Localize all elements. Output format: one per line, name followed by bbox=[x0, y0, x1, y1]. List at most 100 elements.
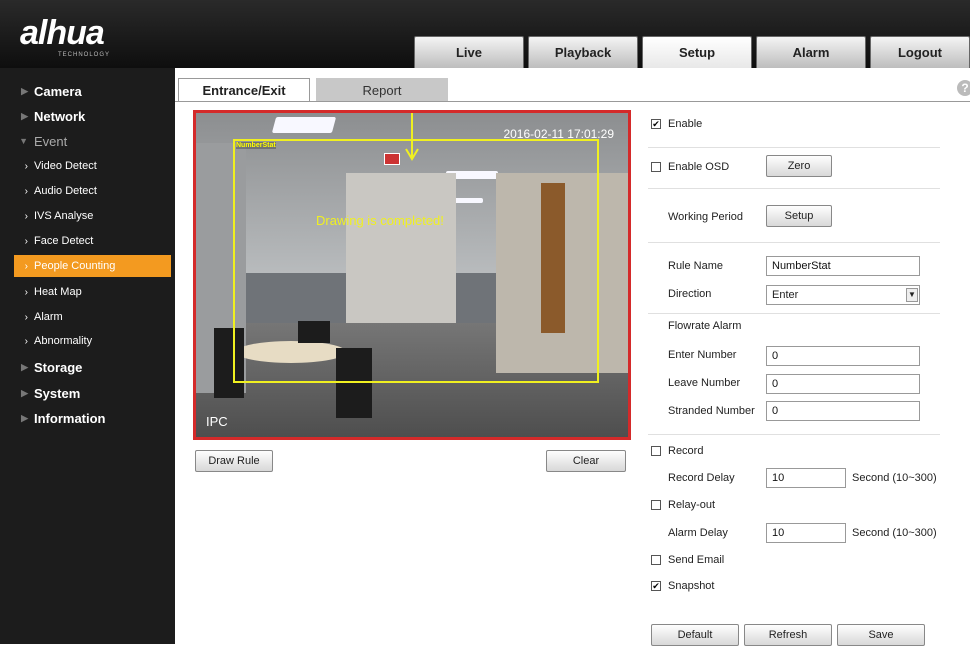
sidebar-item-people-counting[interactable]: › People Counting bbox=[14, 255, 171, 277]
chevron-down-icon: ▼ bbox=[906, 288, 918, 302]
sidebar-item-ivs-analyse[interactable]: › IVS Analyse bbox=[0, 205, 175, 227]
working-period-label: Working Period bbox=[668, 211, 743, 223]
sidebar-item-label: Storage bbox=[34, 359, 83, 375]
brand-tagline: TECHNOLOGY bbox=[58, 52, 111, 58]
sidebar: ▶ Camera ▶ Network ▼ Event › Video Detect › A… bbox=[0, 68, 175, 644]
sidebar-item-label: Network bbox=[34, 108, 86, 124]
direction-arrow-icon bbox=[405, 113, 419, 161]
chevron-right-icon: › bbox=[24, 160, 28, 172]
divider bbox=[648, 313, 940, 314]
clear-button[interactable]: Clear bbox=[546, 450, 626, 472]
sidebar-item-heat-map[interactable]: › Heat Map bbox=[0, 281, 175, 303]
drawing-status-message: Drawing is completed! bbox=[316, 213, 444, 228]
nav-live[interactable]: Live bbox=[414, 36, 524, 68]
stranded-number-input[interactable]: 0 bbox=[766, 401, 920, 421]
rule-region[interactable]: NumberStat bbox=[233, 139, 599, 383]
alarm-delay-unit: Second (10~300) bbox=[852, 527, 937, 539]
sidebar-item-abnormality[interactable]: › Abnormality bbox=[0, 330, 175, 352]
record-label: Record bbox=[668, 445, 704, 457]
tab-divider bbox=[175, 101, 970, 102]
send-email-checkbox[interactable] bbox=[651, 555, 661, 565]
record-delay-unit: Second (10~300) bbox=[852, 472, 937, 484]
chevron-right-icon: ▶ bbox=[21, 85, 28, 96]
chevron-down-icon: ▼ bbox=[19, 136, 28, 146]
sidebar-item-label: Camera bbox=[34, 83, 82, 99]
help-icon[interactable]: ? bbox=[957, 80, 970, 96]
sidebar-item-network[interactable]: ▶ Network bbox=[0, 105, 175, 127]
sidebar-item-storage[interactable]: ▶ Storage bbox=[0, 356, 175, 378]
sidebar-item-audio-detect[interactable]: › Audio Detect bbox=[0, 180, 175, 202]
flowrate-alarm-label: Flowrate Alarm bbox=[668, 320, 742, 332]
chevron-right-icon: › bbox=[24, 185, 28, 197]
sidebar-item-system[interactable]: ▶ System bbox=[0, 382, 175, 404]
relay-out-label: Relay-out bbox=[668, 499, 716, 511]
tab-entrance-exit[interactable]: Entrance/Exit bbox=[178, 78, 310, 102]
sidebar-item-label: Audio Detect bbox=[34, 185, 97, 197]
sidebar-item-label: IVS Analyse bbox=[34, 210, 94, 222]
enable-osd-checkbox[interactable] bbox=[651, 162, 661, 172]
video-camera-name: IPC bbox=[206, 414, 228, 429]
enter-number-label: Enter Number bbox=[668, 349, 737, 361]
chevron-right-icon: ▶ bbox=[21, 361, 28, 372]
nav-setup[interactable]: Setup bbox=[642, 36, 752, 68]
record-delay-input[interactable]: 10 bbox=[766, 468, 846, 488]
sidebar-item-face-detect[interactable]: › Face Detect bbox=[0, 230, 175, 252]
chevron-right-icon: › bbox=[24, 311, 28, 323]
divider bbox=[648, 188, 940, 189]
chevron-right-icon: ▶ bbox=[21, 387, 28, 398]
chevron-right-icon: › bbox=[24, 335, 28, 347]
nav-playback[interactable]: Playback bbox=[528, 36, 638, 68]
snapshot-label: Snapshot bbox=[668, 580, 715, 592]
enter-number-input[interactable]: 0 bbox=[766, 346, 920, 366]
setup-button[interactable]: Setup bbox=[766, 205, 832, 227]
refresh-button[interactable]: Refresh bbox=[744, 624, 832, 646]
leave-number-input[interactable]: 0 bbox=[766, 374, 920, 394]
chevron-right-icon: ▶ bbox=[21, 110, 28, 121]
sidebar-item-label: Video Detect bbox=[34, 160, 97, 172]
direction-value: Enter bbox=[772, 289, 799, 301]
enable-label: Enable bbox=[668, 118, 703, 130]
relay-out-checkbox[interactable] bbox=[651, 500, 661, 510]
sidebar-item-video-detect[interactable]: › Video Detect bbox=[0, 155, 175, 177]
direction-select[interactable]: Enter ▼ bbox=[766, 285, 920, 305]
divider bbox=[648, 147, 940, 148]
ceiling-light bbox=[271, 117, 337, 133]
sidebar-item-alarm[interactable]: › Alarm bbox=[0, 306, 175, 328]
rule-name-input[interactable]: NumberStat bbox=[766, 256, 920, 276]
brand-logo: alhua bbox=[20, 14, 105, 52]
snapshot-checkbox[interactable]: ✔ bbox=[651, 581, 661, 591]
rule-region-label: NumberStat bbox=[236, 142, 276, 149]
record-checkbox[interactable] bbox=[651, 446, 661, 456]
sidebar-item-information[interactable]: ▶ Information bbox=[0, 407, 175, 429]
chevron-right-icon: ▶ bbox=[21, 412, 28, 423]
enable-osd-label: Enable OSD bbox=[668, 161, 730, 173]
tab-report[interactable]: Report bbox=[316, 78, 448, 102]
direction-label: Direction bbox=[668, 288, 712, 300]
video-preview[interactable]: 2016-02-11 17:01:29 IPC NumberStat Drawi… bbox=[193, 110, 631, 440]
header-bar: alhua TECHNOLOGY Live Playback Setup Ala… bbox=[0, 0, 970, 68]
sidebar-item-label: Alarm bbox=[34, 311, 63, 323]
send-email-label: Send Email bbox=[668, 554, 725, 566]
rule-name-label: Rule Name bbox=[668, 260, 724, 272]
sidebar-item-event[interactable]: ▼ Event bbox=[0, 130, 175, 152]
alarm-delay-label: Alarm Delay bbox=[668, 527, 728, 539]
zero-button[interactable]: Zero bbox=[766, 155, 832, 177]
nav-logout[interactable]: Logout bbox=[870, 36, 970, 68]
leave-number-label: Leave Number bbox=[668, 377, 741, 389]
sidebar-item-label: Information bbox=[34, 410, 106, 426]
enable-checkbox[interactable]: ✔ bbox=[651, 119, 661, 129]
divider bbox=[648, 434, 940, 435]
chevron-right-icon: › bbox=[24, 260, 28, 272]
sidebar-item-label: Heat Map bbox=[34, 286, 82, 298]
sidebar-item-label: Face Detect bbox=[34, 235, 94, 247]
alarm-delay-input[interactable]: 10 bbox=[766, 523, 846, 543]
default-button[interactable]: Default bbox=[651, 624, 739, 646]
chevron-right-icon: › bbox=[24, 235, 28, 247]
record-delay-label: Record Delay bbox=[668, 472, 735, 484]
sidebar-item-camera[interactable]: ▶ Camera bbox=[0, 80, 175, 102]
save-button[interactable]: Save bbox=[837, 624, 925, 646]
chevron-right-icon: › bbox=[24, 286, 28, 298]
sidebar-item-label: Event bbox=[34, 133, 68, 149]
draw-rule-button[interactable]: Draw Rule bbox=[195, 450, 273, 472]
nav-alarm[interactable]: Alarm bbox=[756, 36, 866, 68]
